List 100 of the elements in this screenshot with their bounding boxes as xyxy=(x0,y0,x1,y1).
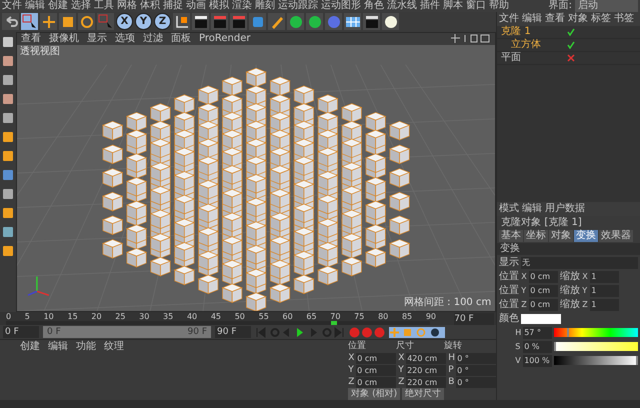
slider-thumb[interactable] xyxy=(567,328,570,337)
position-field[interactable]: 0 cm xyxy=(529,298,558,310)
channel-field[interactable]: 100 % xyxy=(523,354,552,366)
menu-item[interactable]: 编辑 xyxy=(25,0,45,12)
position-field[interactable]: 0 cm xyxy=(529,284,558,296)
grid-icon[interactable] xyxy=(344,13,361,30)
mode-dropdown[interactable]: 对象 (相对) xyxy=(348,388,400,400)
menu-item[interactable]: 运动图形 xyxy=(321,0,361,12)
object-item[interactable]: 平面 xyxy=(501,52,542,64)
color-gradient-slider[interactable] xyxy=(554,356,638,365)
viewport-menu-item[interactable]: 过滤 xyxy=(143,32,163,45)
playback-controls-icon[interactable] xyxy=(255,326,345,338)
object-menu-item[interactable]: 标签 xyxy=(591,13,612,25)
scale-icon[interactable] xyxy=(59,13,76,30)
tool-icon[interactable] xyxy=(2,36,14,48)
color-gradient-slider[interactable] xyxy=(554,342,638,351)
sphere-icon[interactable] xyxy=(306,13,323,30)
viewport-menu-item[interactable]: 查看 xyxy=(21,32,41,45)
object-menu-item[interactable]: 查看 xyxy=(545,13,566,25)
color-swatch[interactable] xyxy=(521,314,562,324)
attribute-tab[interactable]: 变换 xyxy=(574,230,598,242)
menu-item[interactable]: 网格 xyxy=(117,0,137,12)
viewport-menu-item[interactable]: 面板 xyxy=(171,32,191,45)
tool-icon[interactable] xyxy=(2,226,14,238)
attribute-tab[interactable]: 基本 xyxy=(499,230,524,242)
display-dropdown[interactable]: 无 xyxy=(521,256,638,268)
menu-item[interactable]: 脚本 xyxy=(443,0,463,12)
frame-field[interactable]: 70 F xyxy=(454,312,494,325)
object-menu-item[interactable]: 对象 xyxy=(568,13,588,25)
tool-icon[interactable] xyxy=(2,112,14,124)
cross-icon[interactable] xyxy=(567,54,576,62)
scale-field[interactable]: 1 xyxy=(590,270,620,282)
viewport-menu-item[interactable]: 摄像机 xyxy=(49,32,79,45)
axes-icon[interactable] xyxy=(173,13,190,30)
axis-lock-button[interactable]: X xyxy=(116,13,133,30)
clapper-icon[interactable] xyxy=(192,13,209,30)
start-frame-field[interactable]: 0 F xyxy=(3,326,39,338)
tool-icon[interactable] xyxy=(2,92,14,105)
channel-field[interactable]: 0 % xyxy=(523,340,552,352)
playhead[interactable] xyxy=(331,321,338,326)
size-field[interactable]: 220 cm xyxy=(406,376,446,388)
playhead-track[interactable] xyxy=(6,321,430,326)
tool-icon[interactable] xyxy=(2,244,14,257)
tool-icon[interactable] xyxy=(2,130,14,143)
slider-thumb[interactable] xyxy=(554,342,556,351)
attribute-tab[interactable]: 坐标 xyxy=(524,230,548,242)
material-menu-item[interactable]: 功能 xyxy=(76,340,96,353)
axis-lock-button[interactable]: Z xyxy=(154,13,171,30)
rotation-field[interactable]: 0 ° xyxy=(456,364,496,376)
channel-field[interactable]: 57 ° xyxy=(523,326,552,338)
menu-item[interactable]: 创建 xyxy=(48,0,68,12)
attribute-menu-item[interactable]: 编辑 xyxy=(522,203,542,215)
scale-field[interactable]: 1 xyxy=(590,298,620,310)
menu-item[interactable]: 动画 xyxy=(186,0,206,12)
tool-icon[interactable] xyxy=(2,168,14,181)
size-field[interactable]: 420 cm xyxy=(406,352,446,364)
tool-icon[interactable] xyxy=(2,74,14,86)
position-field[interactable]: 0 cm xyxy=(356,364,396,376)
rotate-icon[interactable] xyxy=(78,13,95,30)
menu-item[interactable]: 体积 xyxy=(140,0,160,12)
color-gradient-slider[interactable] xyxy=(554,328,638,337)
keyframe-tools-icon[interactable] xyxy=(389,326,445,338)
menu-item[interactable]: 插件 xyxy=(420,0,440,12)
menu-item[interactable]: 角色 xyxy=(364,0,384,12)
end-frame-field[interactable]: 90 F xyxy=(215,326,251,338)
attribute-tab[interactable]: 效果器 xyxy=(599,230,634,242)
object-item[interactable]: 克隆 1 xyxy=(501,26,542,38)
position-field[interactable]: 0 cm xyxy=(529,270,558,282)
undo-icon[interactable] xyxy=(2,13,19,30)
viewport-menu-item[interactable]: ProRender xyxy=(199,32,250,45)
timeline-ruler[interactable]: 0 5 10 15 20 25 30 35 40 45 50 55 60 65 70 75 80 85 90 70 F xyxy=(0,312,496,326)
attribute-tab[interactable]: 对象 xyxy=(549,230,574,242)
object-item[interactable]: 立方体 xyxy=(511,39,552,51)
object-menu-item[interactable]: 文件 xyxy=(499,13,520,25)
attribute-menu-item[interactable]: 用户数据 xyxy=(545,203,586,215)
attribute-menu-item[interactable]: 模式 xyxy=(499,203,520,215)
check-icon[interactable] xyxy=(567,41,576,49)
check-icon[interactable] xyxy=(567,28,576,36)
tool-icon[interactable] xyxy=(2,206,14,219)
viewport-menu-item[interactable]: 显示 xyxy=(87,32,107,45)
rotation-field[interactable]: 0 ° xyxy=(456,376,496,388)
tool-icon[interactable] xyxy=(2,54,14,67)
position-field[interactable]: 0 cm xyxy=(356,352,396,364)
object-menu-item[interactable]: 编辑 xyxy=(522,13,542,25)
tool-icon[interactable] xyxy=(2,188,14,200)
size-field[interactable]: 220 cm xyxy=(406,364,446,376)
object-menu-item[interactable]: 书签 xyxy=(614,13,634,25)
material-menu-item[interactable]: 编辑 xyxy=(48,340,68,353)
cursor-icon[interactable] xyxy=(21,13,38,30)
rotation-field[interactable]: 0 ° xyxy=(456,352,496,364)
tool-icon[interactable] xyxy=(2,150,14,162)
material-menu-item[interactable]: 纹理 xyxy=(104,340,124,353)
menu-item[interactable]: 选择 xyxy=(71,0,91,12)
axis-lock-button[interactable]: Y xyxy=(135,13,152,30)
viewport-menu-item[interactable]: 选项 xyxy=(115,32,135,45)
mode-dropdown[interactable]: 绝对尺寸 xyxy=(402,388,444,400)
sphere-icon[interactable] xyxy=(287,13,304,30)
menu-item[interactable]: 运动跟踪 xyxy=(278,0,318,12)
menu-item[interactable]: 工具 xyxy=(94,0,114,12)
scale-field[interactable]: 1 xyxy=(590,284,620,296)
